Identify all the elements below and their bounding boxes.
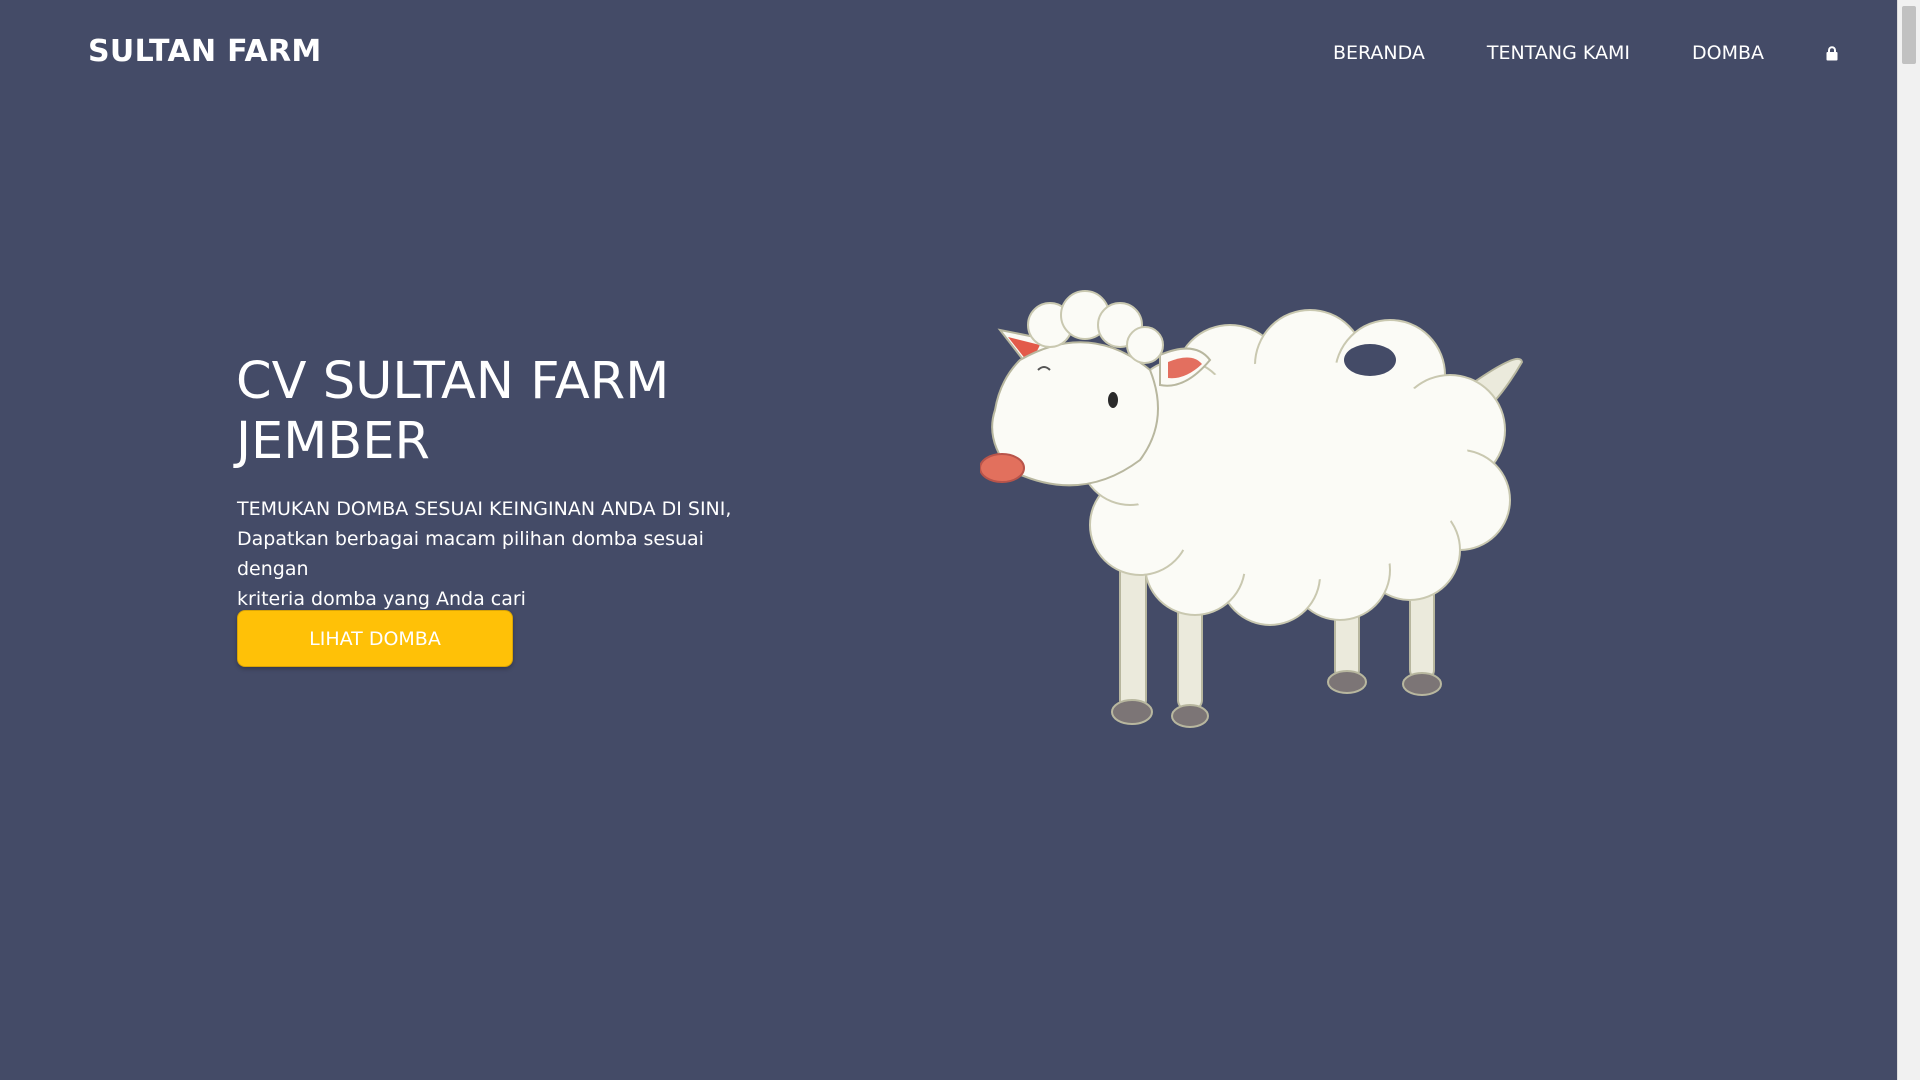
hero-description: TEMUKAN DOMBA SESUAI KEINGINAN ANDA DI S…: [237, 494, 777, 614]
hero-title: CV SULTAN FARM JEMBER: [236, 352, 796, 472]
hero-title-line-2: JEMBER: [236, 412, 430, 471]
scrollbar[interactable]: [1897, 0, 1920, 1080]
nav-link-domba[interactable]: DOMBA: [1692, 40, 1764, 66]
nav-link-beranda[interactable]: BERANDA: [1333, 40, 1425, 66]
navbar: SULTAN FARM BERANDA TENTANG KAMI DOMBA: [0, 0, 1898, 106]
page: SULTAN FARM BERANDA TENTANG KAMI DOMBA C…: [0, 0, 1920, 1080]
scrollbar-thumb[interactable]: [1902, 6, 1916, 64]
nav-links: BERANDA TENTANG KAMI DOMBA: [1271, 40, 1838, 66]
hero-description-line-2: Dapatkan berbagai macam pilihan domba se…: [237, 528, 704, 580]
lock-icon: [1826, 45, 1838, 60]
nav-link-tentang-kami[interactable]: TENTANG KAMI: [1487, 40, 1630, 66]
login-link[interactable]: [1826, 40, 1838, 66]
brand-logo[interactable]: SULTAN FARM: [88, 34, 322, 69]
hero-description-line-1: TEMUKAN DOMBA SESUAI KEINGINAN ANDA DI S…: [237, 498, 732, 520]
hero-title-line-1: CV SULTAN FARM: [236, 352, 670, 411]
sheep-illustration: [980, 290, 1524, 728]
lihat-domba-button[interactable]: LIHAT DOMBA: [237, 610, 513, 667]
